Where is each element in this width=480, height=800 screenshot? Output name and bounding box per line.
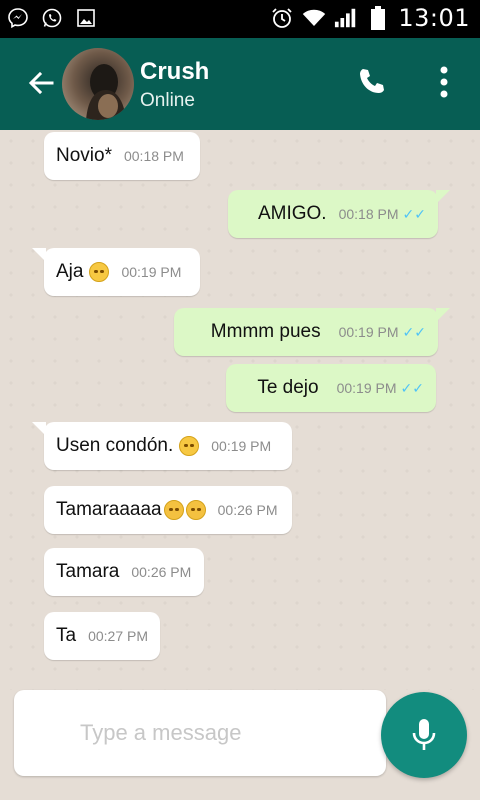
message-outgoing[interactable]: Te dejo 00:19 PM ✓✓ [226, 364, 436, 412]
mic-icon [412, 719, 436, 750]
message-time: 00:19 PM [121, 264, 182, 280]
message-input[interactable] [80, 715, 350, 751]
smiling-face-emoji-icon [179, 436, 200, 456]
message-incoming[interactable]: Novio* 00:18 PM [44, 132, 200, 180]
bubble-tail [436, 308, 450, 322]
back-button[interactable] [24, 66, 58, 100]
message-incoming[interactable]: Usen condón. 00:19 PM [32, 422, 292, 470]
phone-icon [360, 69, 384, 93]
message-list[interactable]: Novio* 00:18 PM AMIGO. 00:18 PM ✓✓ Aja 0… [0, 130, 480, 690]
message-text: Mmmm pues [210, 321, 321, 342]
contact-status: Online [140, 90, 195, 111]
message-incoming[interactable]: Aja 00:19 PM [32, 248, 200, 296]
signal-icon [334, 6, 358, 30]
alarm-icon [270, 6, 294, 30]
read-ticks-icon: ✓✓ [402, 205, 426, 222]
message-incoming[interactable]: Tamaraaaaa 00:26 PM [44, 486, 292, 534]
bubble-tail [436, 190, 450, 204]
message-text: Ta [56, 625, 77, 646]
call-button[interactable] [356, 66, 388, 98]
status-time: 13:01 [398, 4, 470, 32]
read-ticks-icon: ✓✓ [400, 379, 424, 396]
back-arrow-icon [28, 71, 54, 95]
message-text: Usen condón. [56, 435, 174, 456]
message-time: 00:18 PM [338, 206, 399, 222]
voice-record-button[interactable] [381, 692, 467, 778]
message-incoming[interactable]: Ta 00:27 PM [44, 612, 160, 660]
contact-name[interactable]: Crush [140, 58, 209, 86]
chat-header: Crush Online [0, 38, 480, 130]
battery-icon [366, 6, 390, 30]
disappointed-face-emoji-icon [163, 500, 184, 520]
message-time: 00:26 PM [131, 564, 192, 580]
message-outgoing[interactable]: AMIGO. 00:18 PM ✓✓ [228, 190, 450, 238]
messenger-icon [6, 6, 30, 30]
read-ticks-icon: ✓✓ [402, 323, 426, 340]
notification-icons [6, 6, 98, 30]
laughing-tears-emoji-icon [89, 262, 110, 282]
system-icons: 13:01 [270, 4, 470, 32]
disappointed-face-emoji-icon [185, 500, 206, 520]
more-options-button[interactable] [434, 64, 454, 100]
message-text: Tamaraaaaa [56, 499, 162, 520]
message-time: 00:18 PM [123, 148, 184, 164]
status-bar: 13:01 [0, 0, 480, 38]
message-text: AMIGO. [257, 203, 327, 224]
message-time: 00:26 PM [217, 502, 278, 518]
message-text: Novio* [56, 145, 112, 166]
message-time: 00:19 PM [211, 438, 272, 454]
message-time: 00:19 PM [336, 380, 397, 396]
message-incoming[interactable]: Tamara 00:26 PM [44, 548, 204, 596]
message-text: Aja [56, 261, 84, 282]
message-text: Te dejo [257, 377, 319, 398]
gallery-icon [74, 6, 98, 30]
message-text: Tamara [56, 561, 120, 582]
more-vert-icon [440, 66, 448, 98]
message-composer [14, 690, 386, 776]
avatar[interactable] [62, 48, 134, 120]
wifi-icon [302, 6, 326, 30]
message-time: 00:19 PM [338, 324, 399, 340]
whatsapp-icon [40, 6, 64, 30]
message-time: 00:27 PM [88, 628, 149, 644]
bubble-tail [32, 422, 46, 436]
bubble-tail [32, 248, 46, 262]
message-outgoing[interactable]: Mmmm pues 00:19 PM ✓✓ [174, 308, 450, 356]
